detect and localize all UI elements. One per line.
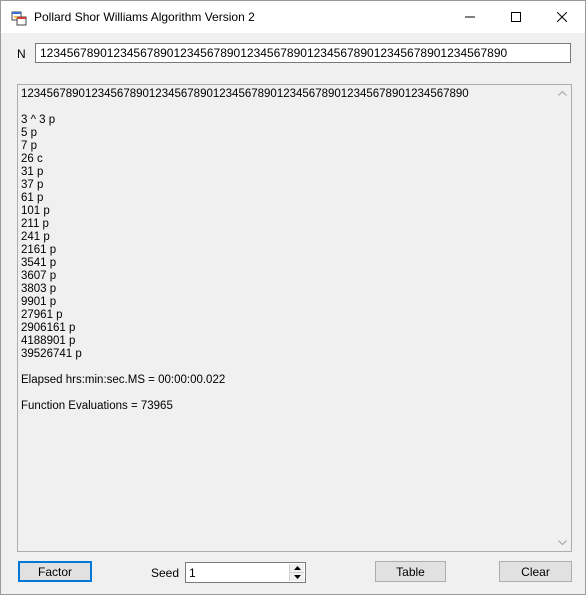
factor-line: 7 p (21, 140, 37, 152)
output-text: 1234567890123456789012345678901234567890… (21, 88, 551, 413)
seed-decrement-button[interactable] (290, 573, 304, 581)
factor-line: 2906161 p (21, 322, 76, 334)
factor-line: 3541 p (21, 257, 57, 269)
seed-label: Seed (151, 566, 180, 580)
factor-line: 39526741 p (21, 348, 82, 360)
scroll-up-button[interactable] (554, 85, 571, 102)
maximize-button[interactable] (493, 1, 539, 33)
table-button[interactable]: Table (375, 561, 446, 582)
output-number: 1234567890123456789012345678901234567890… (21, 88, 469, 100)
factor-line: 3607 p (21, 270, 57, 282)
seed-spinner[interactable] (289, 564, 304, 581)
factor-line: 3 ^ 3 p (21, 114, 56, 126)
factor-line: 37 p (21, 179, 44, 191)
factor-line: 4188901 p (21, 335, 76, 347)
factor-line: 5 p (21, 127, 37, 139)
factor-line: 31 p (21, 166, 44, 178)
factor-line: 2161 p (21, 244, 57, 256)
n-input[interactable]: 1234567890123456789012345678901234567890… (35, 43, 571, 63)
window-title: Pollard Shor Williams Algorithm Version … (34, 10, 255, 24)
spin-down-icon (293, 575, 301, 579)
seed-stepper[interactable]: 1 (185, 562, 306, 583)
spin-up-icon (293, 566, 301, 570)
close-icon (557, 12, 567, 22)
factor-line: 101 p (21, 205, 50, 217)
seed-value[interactable]: 1 (189, 566, 196, 580)
factor-button[interactable]: Factor (18, 561, 92, 582)
factor-line: 241 p (21, 231, 50, 243)
factor-line: 211 p (21, 218, 49, 230)
function-evaluations: Function Evaluations = 73965 (21, 400, 173, 412)
factor-line: 9901 p (21, 296, 57, 308)
clear-button[interactable]: Clear (499, 561, 572, 582)
close-button[interactable] (539, 1, 585, 33)
minimize-button[interactable] (447, 1, 493, 33)
factor-line: 61 p (21, 192, 44, 204)
n-label: N (17, 47, 26, 61)
app-icon[interactable] (11, 10, 27, 26)
factor-line: 26 c (21, 153, 43, 165)
seed-increment-button[interactable] (290, 564, 304, 573)
main-window: Pollard Shor Williams Algorithm Version … (0, 0, 586, 595)
chevron-up-icon (558, 91, 567, 96)
title-bar[interactable]: Pollard Shor Williams Algorithm Version … (1, 1, 585, 33)
maximize-icon (511, 12, 521, 22)
factor-list: 3 ^ 3 p 5 p 7 p 26 c 31 p 37 p 61 p 101 … (21, 114, 82, 360)
factor-line: 3803 p (21, 283, 57, 295)
output-textbox[interactable]: 1234567890123456789012345678901234567890… (17, 84, 572, 552)
scroll-down-button[interactable] (554, 534, 571, 551)
factor-line: 27961 p (21, 309, 63, 321)
elapsed-time: Elapsed hrs:min:sec.MS = 00:00:00.022 (21, 374, 226, 386)
vertical-scrollbar[interactable] (554, 85, 571, 551)
chevron-down-icon (558, 540, 567, 545)
minimize-icon (465, 16, 475, 18)
